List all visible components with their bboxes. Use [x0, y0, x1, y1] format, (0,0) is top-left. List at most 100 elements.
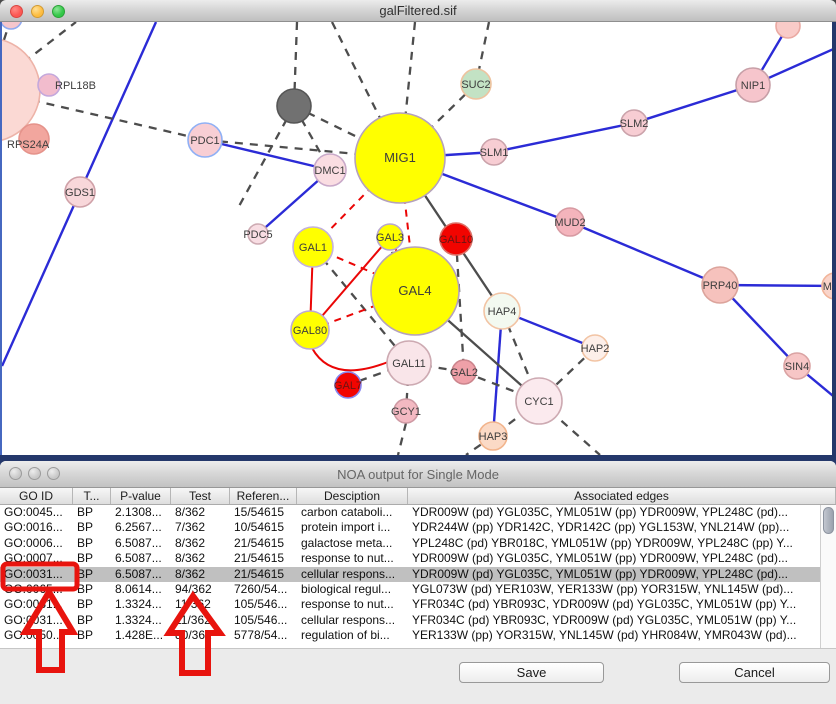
node-label-rps24a: RPS24A: [7, 139, 50, 151]
cell-associated-edges: YDR009W (pd) YGL035C, YML051W (pp) YDR00…: [408, 551, 820, 566]
table-row[interactable]: GO:0016...BP6.2567...7/36210/54615protei…: [0, 520, 820, 535]
cell-p-value: 2.1308...: [111, 505, 171, 520]
cell-reference: 5778/54...: [230, 628, 297, 643]
cell-p-value: 8.0614...: [111, 582, 171, 597]
minimize-button[interactable]: [31, 5, 44, 18]
cell-associated-edges: YFR034C (pd) YBR093C, YDR009W (pd) YGL03…: [408, 613, 820, 628]
cell-desciption: cellular respons...: [297, 613, 408, 628]
cell-test: 8/362: [171, 536, 230, 551]
edge: [312, 348, 388, 370]
column-header-test[interactable]: Test: [171, 488, 230, 504]
cell-associated-edges: YDR009W (pd) YGL035C, YML051W (pp) YDR00…: [408, 567, 820, 582]
cell-reference: 7260/54...: [230, 582, 297, 597]
node-label-hap4: HAP4: [488, 306, 517, 318]
cell-desciption: protein import i...: [297, 520, 408, 535]
node-label-pdc5: PDC5: [243, 229, 272, 241]
node-label-mud2: MUD2: [554, 217, 585, 229]
graph-window-titlebar[interactable]: galFiltered.sif: [0, 0, 836, 22]
cell-p-value: 1.428E...: [111, 628, 171, 643]
cell-go-id: GO:0007...: [0, 551, 73, 566]
cell-go-id: GO:0016...: [0, 520, 73, 535]
node-label-cyc1: CYC1: [524, 396, 553, 408]
cell-type: BP: [73, 520, 111, 535]
vertical-scrollbar[interactable]: [820, 505, 836, 648]
cell-type: BP: [73, 613, 111, 628]
table-row[interactable]: GO:0031...BP6.5087...8/36221/54615cellul…: [0, 567, 820, 582]
table-row[interactable]: GO:0031...BP1.3324...11/362105/546...res…: [0, 597, 820, 612]
noa-table-header: GO IDT...P-valueTestReferen...Desciption…: [0, 488, 836, 505]
cell-desciption: galactose meta...: [297, 536, 408, 551]
column-header-p-value[interactable]: P-value: [111, 488, 171, 504]
cell-go-id: GO:0031...: [0, 567, 73, 582]
node-label-gal7: GAL7: [334, 380, 362, 392]
node-label-pdc1: PDC1: [190, 135, 219, 147]
node-label-hap2: HAP2: [581, 343, 610, 355]
node-label-gal3: GAL3: [376, 232, 404, 244]
cell-go-id: GO:0050...: [0, 628, 73, 643]
close-button[interactable]: [10, 5, 23, 18]
cell-reference: 15/54615: [230, 505, 297, 520]
node-label-mig1: MIG1: [384, 150, 416, 165]
noa-traffic-lights: [9, 467, 60, 480]
cell-reference: 105/546...: [230, 597, 297, 612]
zoom-button[interactable]: [52, 5, 65, 18]
canvas-frame-left: [0, 22, 2, 461]
cell-type: BP: [73, 551, 111, 566]
node-label-gal11: GAL11: [392, 358, 425, 370]
traffic-lights: [10, 5, 65, 18]
minimize-button[interactable]: [28, 467, 41, 480]
noa-table-body: GO:0045...BP2.1308...8/36215/54615carbon…: [0, 505, 820, 648]
column-header-desciption[interactable]: Desciption: [297, 488, 408, 504]
network-svg[interactable]: RPL18BRPS24AGDS1PDC1DMC1MIG1SUC2SLM1SLM2…: [2, 22, 832, 455]
scrollbar-thumb[interactable]: [823, 507, 834, 534]
table-row[interactable]: GO:0050...BP1.428E...80/3625778/54...reg…: [0, 628, 820, 643]
cell-desciption: response to nut...: [297, 551, 408, 566]
noa-window-title: NOA output for Single Mode: [337, 467, 499, 482]
noa-button-panel: Save Cancel: [0, 648, 836, 704]
table-row[interactable]: GO:0007...BP6.5087...8/36221/54615respon…: [0, 551, 820, 566]
cell-p-value: 6.5087...: [111, 536, 171, 551]
node-label-suc2: SUC2: [461, 79, 490, 91]
column-header-type[interactable]: T...: [73, 488, 111, 504]
cell-go-id: GO:0006...: [0, 536, 73, 551]
column-header-associated-edges[interactable]: Associated edges: [408, 488, 836, 504]
noa-window-titlebar[interactable]: NOA output for Single Mode: [0, 461, 836, 488]
cell-associated-edges: YFR034C (pd) YBR093C, YDR009W (pd) YGL03…: [408, 597, 820, 612]
zoom-button[interactable]: [47, 467, 60, 480]
node-dark[interactable]: [277, 89, 311, 123]
table-row[interactable]: GO:0065...BP8.0614...94/3627260/54...bio…: [0, 582, 820, 597]
cell-p-value: 1.3324...: [111, 613, 171, 628]
column-header-reference[interactable]: Referen...: [230, 488, 297, 504]
node-label-gal80: GAL80: [293, 325, 327, 337]
cell-associated-edges: YPL248C (pd) YBR018C, YML051W (pp) YDR00…: [408, 536, 820, 551]
node-label-prp40: PRP40: [703, 280, 738, 292]
table-row[interactable]: GO:0031...BP1.3324...11/362105/546...cel…: [0, 613, 820, 628]
cell-go-id: GO:0031...: [0, 613, 73, 628]
column-header-go-id[interactable]: GO ID: [0, 488, 73, 504]
canvas-frame-right: [832, 22, 836, 461]
node-label-gal10: GAL10: [439, 234, 473, 246]
cancel-button[interactable]: Cancel: [679, 662, 830, 683]
cell-reference: 21/54615: [230, 567, 297, 582]
save-button[interactable]: Save: [459, 662, 604, 683]
cell-desciption: biological regul...: [297, 582, 408, 597]
graph-window-title: galFiltered.sif: [379, 3, 456, 18]
edge: [398, 423, 406, 455]
cell-desciption: cellular respons...: [297, 567, 408, 582]
node-label-rpl18b: RPL18B: [55, 80, 96, 92]
table-row[interactable]: GO:0045...BP2.1308...8/36215/54615carbon…: [0, 505, 820, 520]
cell-test: 80/362: [171, 628, 230, 643]
cell-p-value: 6.2567...: [111, 520, 171, 535]
node-label-sin4: SIN4: [785, 361, 809, 373]
cell-test: 8/362: [171, 505, 230, 520]
close-button[interactable]: [9, 467, 22, 480]
table-row[interactable]: GO:0006...BP6.5087...8/36221/54615galact…: [0, 536, 820, 551]
edge: [494, 123, 634, 152]
cell-associated-edges: YDR009W (pd) YGL035C, YML051W (pp) YDR00…: [408, 505, 820, 520]
cell-desciption: regulation of bi...: [297, 628, 408, 643]
node-ctr[interactable]: [776, 22, 800, 38]
cell-type: BP: [73, 536, 111, 551]
cell-type: BP: [73, 582, 111, 597]
cell-test: 8/362: [171, 551, 230, 566]
node-ctl[interactable]: [2, 22, 22, 29]
